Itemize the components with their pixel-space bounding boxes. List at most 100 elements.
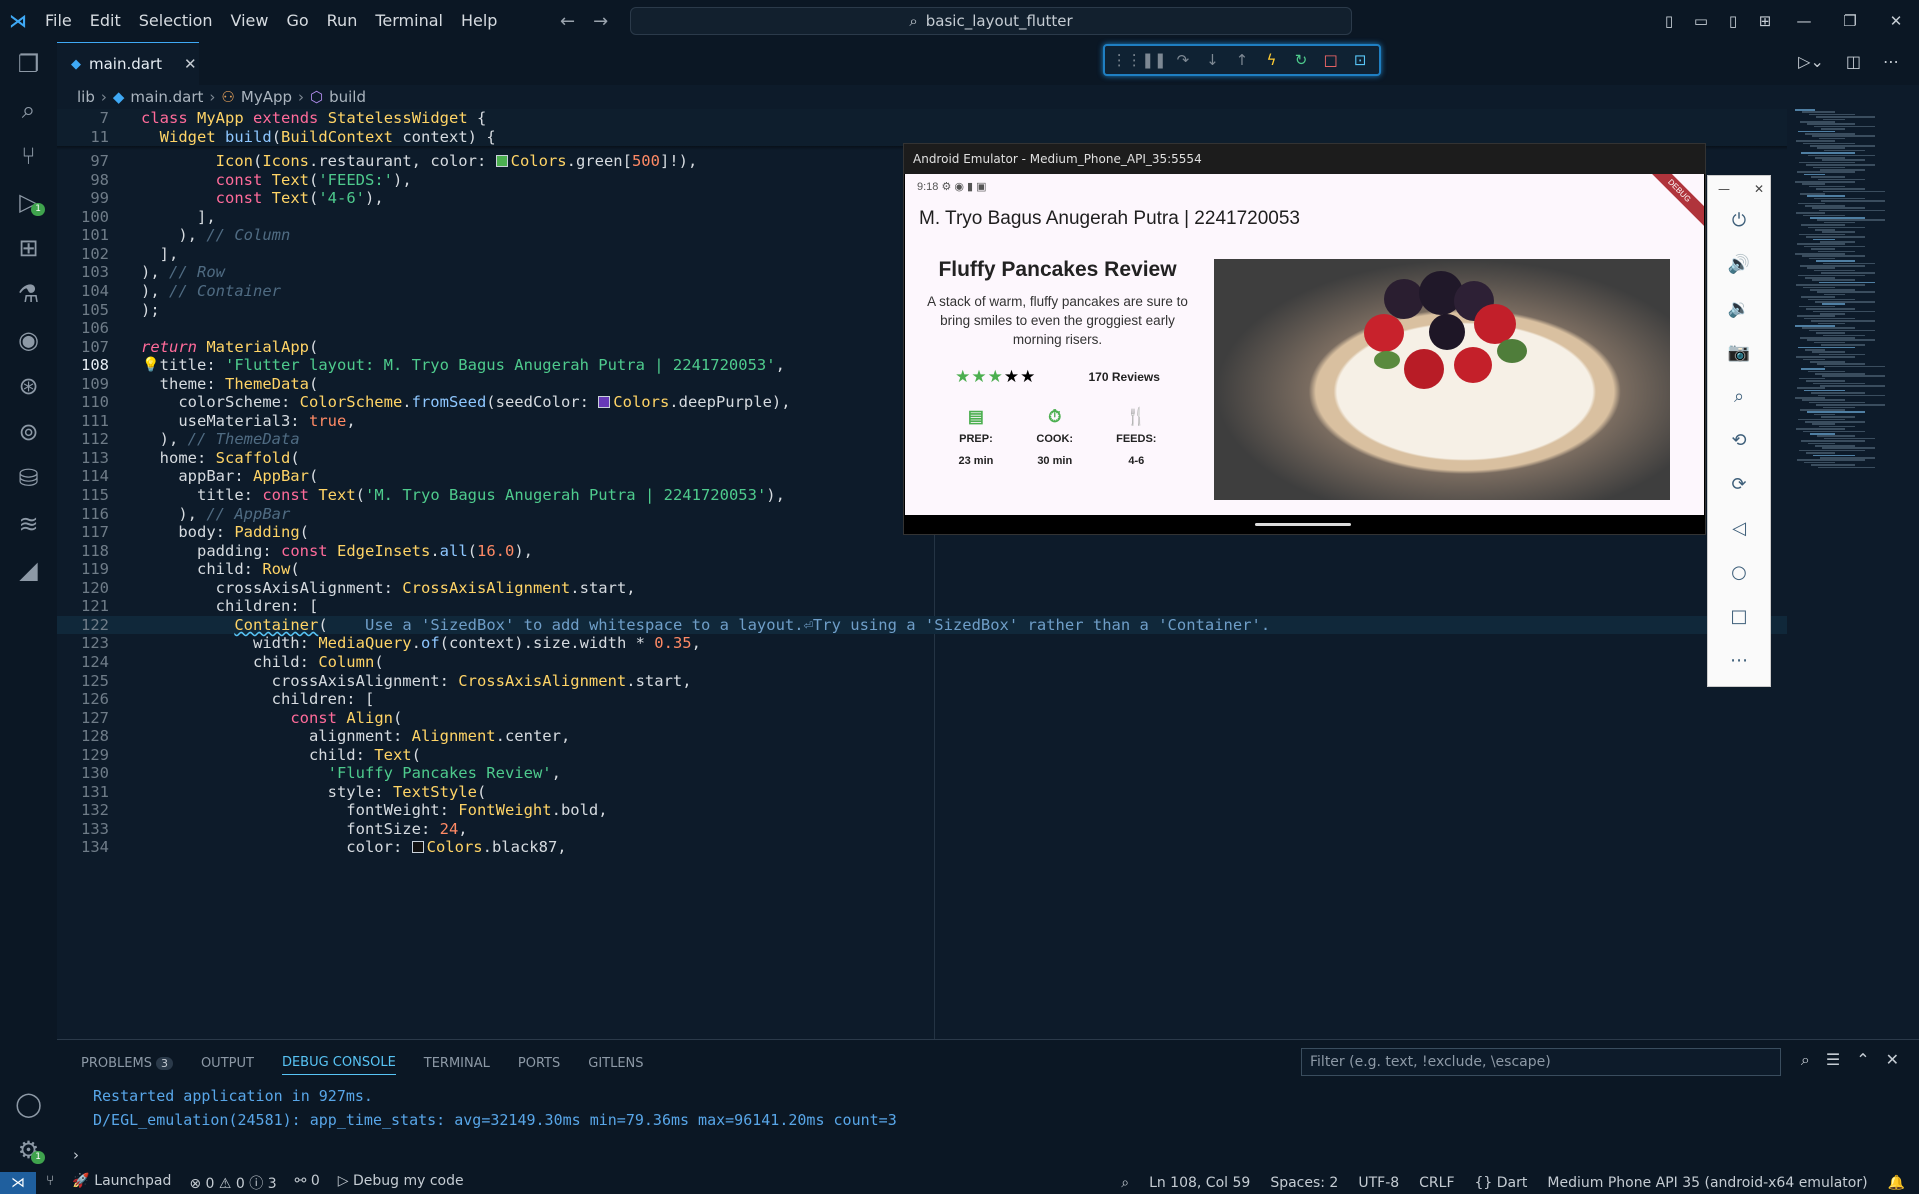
code-line[interactable]: 134 color: Colors.black87, (57, 838, 1787, 857)
rotate-right-icon[interactable]: ⟳ (1708, 474, 1770, 495)
github-icon[interactable]: ◉ (0, 318, 57, 362)
command-center[interactable]: ⌕ basic_layout_flutter (630, 7, 1352, 35)
volume-down-icon[interactable]: 🔉 (1708, 298, 1770, 319)
sticky-line[interactable]: 7 class MyApp extends StatelessWidget { (57, 109, 1787, 128)
search-view-icon[interactable]: ⌕ (0, 88, 57, 132)
close-tab-icon[interactable]: ✕ (184, 55, 197, 73)
toggle-sidebar-icon[interactable]: ▯ (1653, 12, 1685, 30)
tab-main-dart[interactable]: ◆ main.dart ✕ (57, 42, 199, 85)
breadcrumb-lib[interactable]: lib (77, 88, 95, 106)
home-gesture-pill[interactable] (1255, 523, 1351, 526)
menu-terminal[interactable]: Terminal (366, 0, 452, 42)
search-icon[interactable]: ⌕ (1801, 1050, 1810, 1070)
volume-up-icon[interactable]: 🔊 (1708, 254, 1770, 275)
code-line[interactable]: 129 child: Text( (57, 746, 1787, 765)
restart-icon[interactable]: ↻ (1289, 51, 1313, 69)
notifications-icon[interactable]: 🔔 (1888, 1175, 1905, 1191)
problems-status[interactable]: ⊗ 0 ⚠ 0 ⓘ 3 (189, 1173, 276, 1193)
zoom-icon[interactable]: ⌕ (1708, 386, 1770, 407)
split-editor-icon[interactable]: ◫ (1846, 52, 1861, 71)
step-into-icon[interactable]: ↓ (1200, 51, 1224, 69)
tab-debug-console[interactable]: DEBUG CONSOLE (281, 1051, 396, 1075)
restore-icon[interactable]: ❐ (1827, 12, 1873, 30)
menu-selection[interactable]: Selection (130, 0, 222, 42)
camera-icon[interactable]: 📷 (1708, 342, 1770, 363)
emu-close-icon[interactable]: ✕ (1754, 182, 1764, 196)
explorer-icon[interactable]: ❐ (0, 42, 57, 86)
code-line[interactable]: 131 style: TextStyle( (57, 783, 1787, 802)
code-line[interactable]: 121 children: [ (57, 597, 1787, 616)
code-line[interactable]: 127 const Align( (57, 709, 1787, 728)
testing-icon[interactable]: ⚗ (0, 272, 57, 316)
tab-output[interactable]: OUTPUT (201, 1056, 254, 1071)
code-line[interactable]: 130 'Fluffy Pancakes Review', (57, 764, 1787, 783)
more-actions-icon[interactable]: ⋯ (1883, 52, 1899, 71)
database-icon[interactable]: ⛁ (0, 456, 57, 500)
overview-icon[interactable]: □ (1708, 606, 1770, 627)
code-line[interactable]: 132 fontWeight: FontWeight.bold, (57, 801, 1787, 820)
tab-terminal[interactable]: TERMINAL (424, 1056, 490, 1071)
breadcrumb-file[interactable]: main.dart (130, 88, 203, 106)
tab-ports[interactable]: PORTS (518, 1056, 560, 1071)
language-mode[interactable]: {} Dart (1475, 1175, 1528, 1191)
remote-explorer-icon[interactable]: ⊚ (0, 410, 57, 454)
menu-view[interactable]: View (222, 0, 278, 42)
code-line[interactable]: 118 padding: const EdgeInsets.all(16.0), (57, 542, 1787, 561)
device-selector[interactable]: Medium Phone API 35 (android-x64 emulato… (1547, 1175, 1867, 1191)
manage-gear-icon[interactable]: ⚙ 1 (0, 1128, 57, 1172)
code-line[interactable]: 126 children: [ (57, 690, 1787, 709)
zoom-status-icon[interactable]: ⌕ (1121, 1175, 1129, 1191)
gitlens-icon[interactable]: ⊛ (0, 364, 57, 408)
code-line[interactable]: 122 Container( Use a 'SizedBox' to add w… (57, 615, 1787, 635)
close-panel-icon[interactable]: ✕ (1886, 1050, 1899, 1070)
run-debug-icon[interactable]: ▷ 1 (0, 180, 57, 224)
layers-icon[interactable]: ≋ (0, 502, 57, 546)
stop-icon[interactable]: □ (1319, 51, 1343, 69)
code-line[interactable]: 120 crossAxisAlignment: CrossAxisAlignme… (57, 579, 1787, 598)
toggle-secondary-sidebar-icon[interactable]: ▯ (1717, 12, 1749, 30)
indentation[interactable]: Spaces: 2 (1270, 1175, 1338, 1191)
extensions-icon[interactable]: ⊞ (0, 226, 57, 270)
minimap[interactable] (1787, 109, 1907, 1039)
menu-help[interactable]: Help (452, 0, 506, 42)
menu-run[interactable]: Run (318, 0, 367, 42)
step-out-icon[interactable]: ↑ (1230, 51, 1254, 69)
widget-inspector-icon[interactable]: ⊡ (1348, 51, 1372, 69)
clear-console-icon[interactable]: ☰ (1826, 1050, 1840, 1070)
encoding[interactable]: UTF-8 (1358, 1175, 1399, 1191)
breadcrumb-method[interactable]: build (329, 88, 366, 106)
source-control-icon[interactable]: ⑂ (0, 134, 57, 178)
menu-file[interactable]: File (36, 0, 81, 42)
eol[interactable]: CRLF (1419, 1175, 1454, 1191)
run-debug-dropdown-icon[interactable]: ▷⌄ (1798, 52, 1824, 71)
code-line[interactable]: 123 width: MediaQuery.of(context).size.w… (57, 634, 1787, 653)
tab-gitlens[interactable]: GITLENS (588, 1056, 643, 1071)
account-icon[interactable]: ◯ (0, 1082, 57, 1126)
drag-handle-icon[interactable]: ⋮⋮ (1112, 51, 1142, 69)
breadcrumb-class[interactable]: MyApp (241, 88, 292, 106)
code-line[interactable]: 125 crossAxisAlignment: CrossAxisAlignme… (57, 672, 1787, 691)
menu-go[interactable]: Go (277, 0, 317, 42)
console-filter-input[interactable]: Filter (e.g. text, !exclude, \escape) (1301, 1048, 1781, 1076)
code-line[interactable]: 119 child: Row( (57, 560, 1787, 579)
pause-icon[interactable]: ❚❚ (1141, 51, 1166, 69)
code-line[interactable]: 128 alignment: Alignment.center, (57, 727, 1787, 746)
power-icon[interactable]: ⏻ (1708, 210, 1770, 231)
launchpad-item[interactable]: 🚀 Launchpad (72, 1173, 171, 1193)
step-over-icon[interactable]: ↷ (1171, 51, 1195, 69)
rotate-left-icon[interactable]: ⟲ (1708, 430, 1770, 451)
flutter-icon[interactable]: ◢ (0, 548, 57, 592)
lightbulb-icon[interactable]: 💡 (142, 356, 159, 375)
minimize-icon[interactable]: — (1781, 12, 1827, 30)
back-arrow-icon[interactable]: ← (560, 11, 575, 32)
toggle-panel-icon[interactable]: ▭ (1685, 12, 1717, 30)
branch-icon[interactable]: ⑂ (46, 1173, 54, 1193)
customize-layout-icon[interactable]: ⊞ (1749, 12, 1781, 30)
console-prompt[interactable]: › (73, 1146, 79, 1164)
code-line[interactable]: 133 fontSize: 24, (57, 820, 1787, 839)
tab-problems[interactable]: PROBLEMS 3 (81, 1056, 173, 1071)
phone-screen[interactable]: 9:18 ⚙ ◉ ▮ ▣ DEBUG M. Tryo Bagus Anugera… (905, 174, 1704, 515)
hot-reload-icon[interactable]: ϟ (1260, 51, 1284, 69)
ports-status[interactable]: ⚯ 0 (295, 1173, 320, 1193)
debug-status[interactable]: ▷ Debug my code (338, 1173, 464, 1193)
